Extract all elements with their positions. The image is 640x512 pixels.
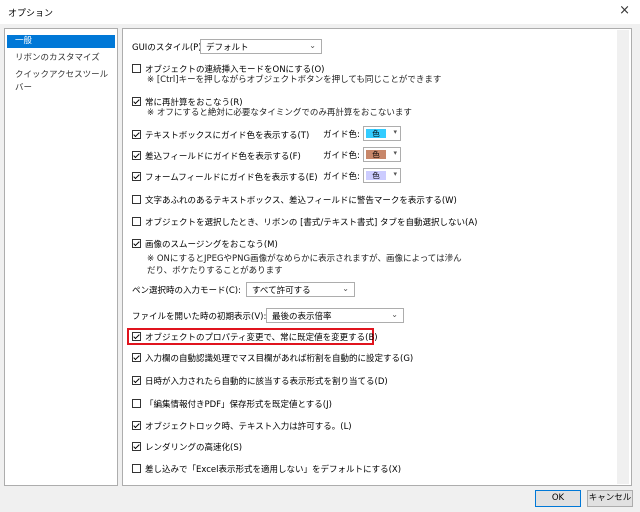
auto-select-tab-label: オブジェクトを選択したとき、リボンの [書式/テキスト書式] タブを自動選択しな… [145,217,478,228]
auto-select-tab-checkbox[interactable] [132,217,141,226]
date-format-checkbox[interactable] [132,376,141,385]
overflow-warning-label: 文字あふれのあるテキストボックス、差込フィールドに警告マークを表示する(W) [145,195,457,206]
chevron-down-icon: ▾ [393,149,397,157]
cancel-button[interactable]: キャンセル [587,490,633,507]
ok-button[interactable]: OK [535,490,581,507]
form-field-guide-checkbox[interactable] [132,172,141,181]
sidebar-item-quick-access-toolbar[interactable]: クイックアクセスツールバー [7,69,115,93]
fast-render-option[interactable]: レンダリングの高速化(S) [132,440,242,453]
textbox-guide-color-label: ガイド色: [323,130,360,140]
gui-style-value: デフォルト [206,42,249,53]
initial-zoom-label: ファイルを開いた時の初期表示(V): [132,312,267,322]
property-default-label: オブジェクトのプロパティ変更で、常に既定値を変更する(B) [145,332,378,343]
lock-text-input-option[interactable]: オブジェクトロック時、テキスト入力は許可する。(L) [132,419,352,432]
textbox-guide-checkbox[interactable] [132,130,141,139]
pen-mode-label: ペン選択時の入力モード(C): [132,286,241,296]
chevron-down-icon: ▾ [393,128,397,136]
merge-field-guide-checkbox[interactable] [132,151,141,160]
gui-style-select[interactable]: デフォルト ⌄ [200,39,322,54]
chevron-down-icon: ⌄ [342,284,349,293]
date-format-label: 日時が入力されたら自動的に該当する表示形式を割り当てる(D) [145,376,388,387]
form-field-guide-color-swatch: 色 [366,171,386,180]
auto-select-tab-option[interactable]: オブジェクトを選択したとき、リボンの [書式/テキスト書式] タブを自動選択しな… [132,215,478,228]
excel-format-label: 差し込みで「Excel表示形式を適用しない」をデフォルトにする(X) [145,464,402,475]
image-smoothing-label: 画像のスムージングをおこなう(M) [145,239,278,250]
window-title: オプション [8,9,54,19]
chevron-down-icon: ⌄ [391,310,398,319]
pdf-default-checkbox[interactable] [132,399,141,408]
textbox-guide-color-swatch: 色 [366,129,386,138]
textbox-guide-label: テキストボックスにガイド色を表示する(T) [145,130,310,141]
fast-render-checkbox[interactable] [132,442,141,451]
lock-text-input-checkbox[interactable] [132,421,141,430]
lock-text-input-label: オブジェクトロック時、テキスト入力は許可する。(L) [145,421,352,432]
continuous-insert-label: オブジェクトの連続挿入モードをONにする(O) [145,64,325,75]
auto-recognize-option[interactable]: 入力欄の自動認識処理でマス目欄があれば桁割を自動的に設定する(G) [132,351,413,364]
excel-format-option[interactable]: 差し込みで「Excel表示形式を適用しない」をデフォルトにする(X) [132,462,401,475]
chevron-down-icon: ⌄ [309,41,316,50]
image-smoothing-option[interactable]: 画像のスムージングをおこなう(M) [132,237,278,250]
chevron-down-icon: ▾ [393,170,397,178]
scrollbar[interactable] [617,30,629,484]
form-field-guide-color-button[interactable]: 色 ▾ [363,168,401,183]
property-default-checkbox[interactable] [132,332,141,341]
options-panel: GUIのスタイル(P): デフォルト ⌄ オブジェクトの連続挿入モードをONにす… [122,28,632,486]
close-icon[interactable]: × [619,3,630,18]
pdf-default-label: 「編集情報付きPDF」保存形式を既定値とする(J) [145,399,332,410]
image-smoothing-checkbox[interactable] [132,239,141,248]
textbox-guide-option[interactable]: テキストボックスにガイド色を表示する(T) [132,128,309,141]
merge-field-guide-color-swatch: 色 [366,150,386,159]
continuous-insert-note: ※ [Ctrl]キーを押しながらオブジェクトボタンを押しても同じことができます [147,75,442,85]
continuous-insert-checkbox[interactable] [132,64,141,73]
pen-mode-value: すべて許可する [252,285,311,296]
always-recalc-label: 常に再計算をおこなう(R) [145,97,243,108]
pdf-default-option[interactable]: 「編集情報付きPDF」保存形式を既定値とする(J) [132,397,332,410]
form-field-guide-label: フォームフィールドにガイド色を表示する(E) [145,172,318,183]
always-recalc-checkbox[interactable] [132,97,141,106]
merge-field-guide-option[interactable]: 差込フィールドにガイド色を表示する(F) [132,149,301,162]
overflow-warning-option[interactable]: 文字あふれのあるテキストボックス、差込フィールドに警告マークを表示する(W) [132,193,457,206]
title-bar: オプション × [0,0,640,24]
merge-field-guide-color-button[interactable]: 色 ▾ [363,147,401,162]
pen-mode-select[interactable]: すべて許可する ⌄ [246,282,355,297]
image-smoothing-note: ※ ONにするとJPEGやPNG画像がなめらかに表示されますが、画像によっては滲… [147,254,462,276]
initial-zoom-select[interactable]: 最後の表示倍率 ⌄ [266,308,404,323]
property-default-option[interactable]: オブジェクトのプロパティ変更で、常に既定値を変更する(B) [132,330,378,343]
sidebar-item-ribbon-customize[interactable]: リボンのカスタマイズ [7,52,115,65]
sidebar-item-general[interactable]: 一般 [7,35,115,48]
excel-format-checkbox[interactable] [132,464,141,473]
always-recalc-note: ※ オフにすると絶対に必要なタイミングでのみ再計算をおこないます [147,108,412,118]
overflow-warning-checkbox[interactable] [132,195,141,204]
initial-zoom-value: 最後の表示倍率 [272,311,332,322]
date-format-option[interactable]: 日時が入力されたら自動的に該当する表示形式を割り当てる(D) [132,374,388,387]
form-field-guide-option[interactable]: フォームフィールドにガイド色を表示する(E) [132,170,318,183]
merge-field-guide-label: 差込フィールドにガイド色を表示する(F) [145,151,301,162]
form-field-guide-color-label: ガイド色: [323,172,360,182]
merge-field-guide-color-label: ガイド色: [323,151,360,161]
textbox-guide-color-button[interactable]: 色 ▾ [363,126,401,141]
sidebar: 一般 リボンのカスタマイズ クイックアクセスツールバー [4,28,118,486]
auto-recognize-label: 入力欄の自動認識処理でマス目欄があれば桁割を自動的に設定する(G) [145,353,414,364]
gui-style-label: GUIのスタイル(P): [132,43,205,53]
auto-recognize-checkbox[interactable] [132,353,141,362]
fast-render-label: レンダリングの高速化(S) [145,442,243,453]
